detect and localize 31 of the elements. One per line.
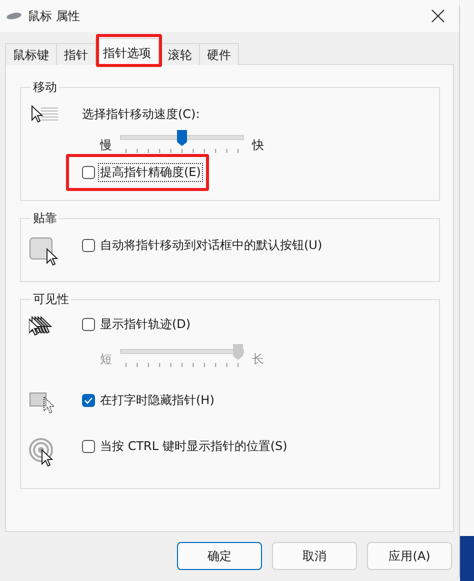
checkbox[interactable] — [82, 166, 95, 179]
group-title: 移动 — [32, 79, 58, 96]
slider-max-label: 长 — [252, 351, 264, 368]
tab[interactable]: 鼠标键 — [5, 43, 57, 65]
checkbox-label[interactable]: 自动将指针移动到对话框中的默认按钮(U) — [98, 236, 324, 255]
group-title: 可见性 — [32, 291, 70, 308]
check-icon — [84, 397, 93, 404]
dialog-button[interactable]: 应用(A) — [367, 542, 452, 570]
dialog-button[interactable]: 确定 — [177, 542, 262, 570]
window-title: 鼠标 属性 — [28, 8, 81, 24]
checkbox-label[interactable]: 显示指针轨迹(D) — [98, 315, 193, 334]
tab[interactable]: 指针 — [56, 43, 96, 65]
checkbox-label[interactable]: 提高指针精确度(E) — [98, 163, 203, 182]
close-icon[interactable] — [431, 9, 445, 23]
slider-min-label: 慢 — [100, 137, 112, 154]
group-title: 贴靠 — [32, 210, 58, 227]
slider-min-label: 短 — [100, 351, 112, 368]
tab[interactable]: 硬件 — [199, 43, 239, 65]
dialog-button[interactable]: 取消 — [272, 542, 357, 570]
checkbox-label[interactable]: 在打字时隐藏指针(H) — [98, 391, 216, 410]
mouse-icon — [6, 12, 22, 20]
checkbox[interactable] — [82, 239, 95, 252]
slider[interactable] — [120, 129, 244, 153]
slider-thumb[interactable] — [176, 129, 188, 147]
checkbox[interactable] — [82, 318, 95, 331]
slider-max-label: 快 — [252, 137, 264, 154]
checkbox[interactable] — [82, 440, 95, 453]
checkbox[interactable] — [82, 394, 95, 407]
checkbox-label[interactable]: 当按 CTRL 键时显示指针的位置(S) — [98, 437, 290, 456]
speed-label: 选择指针移动速度(C): — [82, 106, 201, 123]
tab[interactable]: 滚轮 — [160, 43, 200, 65]
